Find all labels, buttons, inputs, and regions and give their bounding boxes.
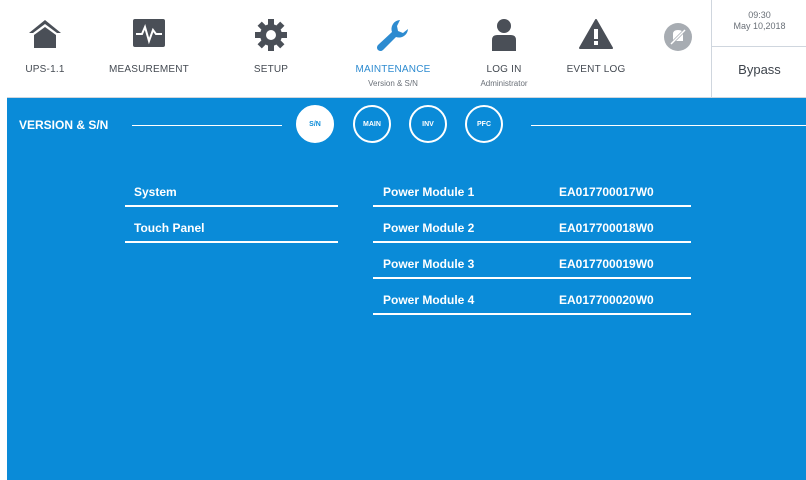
gear-icon xyxy=(241,18,301,54)
power-module-1-label: Power Module 1 xyxy=(383,185,475,199)
clock-date: May 10,2018 xyxy=(733,21,786,31)
title-divider-right xyxy=(531,125,806,126)
power-module-2-serial: EA017700018W0 xyxy=(559,221,654,235)
tab-inv[interactable]: INV xyxy=(409,105,447,143)
nav-maintenance-label: MAINTENANCE xyxy=(355,64,431,75)
title-divider-left xyxy=(132,125,282,126)
pulse-monitor-icon xyxy=(119,18,179,54)
user-icon xyxy=(474,18,534,54)
nav-eventlog-button[interactable]: EVENT LOG xyxy=(561,0,631,97)
mute-icon xyxy=(648,22,708,58)
power-module-4-divider xyxy=(373,313,691,315)
touch-panel-label: Touch Panel xyxy=(134,221,205,235)
touch-panel-divider xyxy=(125,241,338,243)
nav-login-button[interactable]: LOG IN Administrator xyxy=(469,0,539,97)
status-panel: 09:30 May 10,2018 Bypass xyxy=(711,0,806,97)
top-toolbar: UPS-1.1 MEASUREMENT SETUP MAINTENANCE Ve… xyxy=(7,0,806,98)
nav-maintenance-sublabel: Version & S/N xyxy=(368,79,418,88)
power-module-3-label: Power Module 3 xyxy=(383,257,475,271)
warning-icon xyxy=(566,18,626,54)
wrench-icon xyxy=(363,18,423,54)
nav-eventlog-label: EVENT LOG xyxy=(566,64,626,75)
power-module-2-divider xyxy=(373,241,691,243)
nav-measurement-label: MEASUREMENT xyxy=(109,64,189,75)
tab-pfc[interactable]: PFC xyxy=(465,105,503,143)
nav-ups-label: UPS-1.1 xyxy=(25,64,65,75)
clock-time: 09:30 xyxy=(748,10,771,20)
power-module-4-serial: EA017700020W0 xyxy=(559,293,654,307)
system-divider xyxy=(125,205,338,207)
nav-setup-label: SETUP xyxy=(253,64,289,75)
nav-login-sublabel: Administrator xyxy=(480,79,528,88)
power-module-1-divider xyxy=(373,205,691,207)
nav-login-label: LOG IN xyxy=(486,64,522,75)
nav-setup-button[interactable]: SETUP xyxy=(241,0,301,97)
tab-main[interactable]: MAIN xyxy=(353,105,391,143)
power-module-4-label: Power Module 4 xyxy=(383,293,475,307)
power-module-3-serial: EA017700019W0 xyxy=(559,257,654,271)
power-module-2-label: Power Module 2 xyxy=(383,221,475,235)
tab-sn[interactable]: S/N xyxy=(296,105,334,143)
status-divider xyxy=(712,46,806,47)
power-module-3-divider xyxy=(373,277,691,279)
nav-measurement-button[interactable]: MEASUREMENT xyxy=(109,0,189,97)
nav-ups-button[interactable]: UPS-1.1 xyxy=(15,0,75,97)
page-title: VERSION & S/N xyxy=(19,118,109,132)
operating-mode: Bypass xyxy=(738,62,781,77)
home-icon xyxy=(15,18,75,54)
power-module-1-serial: EA017700017W0 xyxy=(559,185,654,199)
main-content: VERSION & S/N S/N MAIN INV PFC System To… xyxy=(7,98,806,480)
mute-button[interactable] xyxy=(653,0,703,97)
system-label: System xyxy=(134,185,177,199)
nav-maintenance-button[interactable]: MAINTENANCE Version & S/N xyxy=(353,0,433,97)
